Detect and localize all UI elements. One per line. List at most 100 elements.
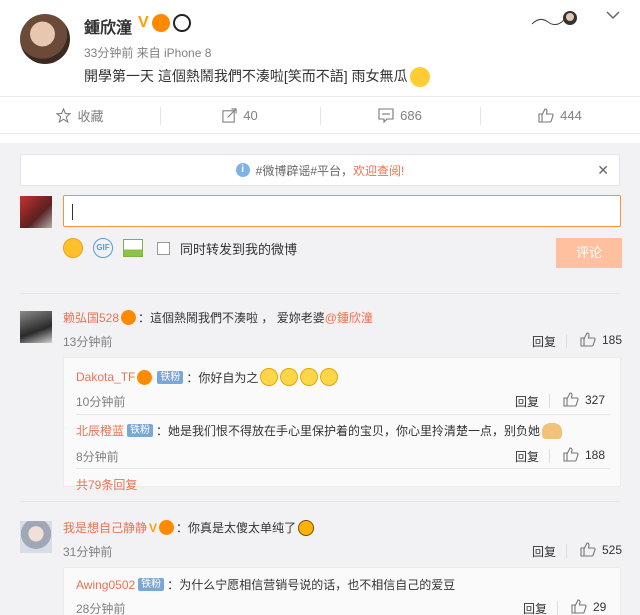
reply-button[interactable]: 回复 — [532, 543, 556, 560]
like-count: 29 — [593, 599, 607, 614]
comment-like-button[interactable]: 185 — [580, 332, 622, 347]
star-icon — [56, 107, 72, 123]
author-avatar[interactable] — [20, 14, 70, 64]
emoji-icon — [409, 67, 430, 88]
divider — [76, 414, 610, 415]
fan-badge: 铁粉 — [157, 370, 184, 384]
reply-like-button[interactable]: 327 — [563, 392, 605, 407]
comment-like-button[interactable]: 525 — [580, 542, 622, 557]
notice-link[interactable]: 欢迎查阅! — [353, 162, 404, 179]
thumbs-up-icon — [580, 542, 596, 557]
reply-button[interactable]: 回复 — [515, 393, 539, 410]
sub-replies: Awing0502 铁粉 ： 为什么宁愿相信营销号说的话，也不相信自己的爱豆 2… — [63, 567, 621, 615]
more-replies-link[interactable]: 共79条回复 — [76, 476, 137, 493]
like-count: 444 — [560, 107, 582, 123]
divider — [20, 501, 620, 502]
commenter-name[interactable]: 赖弘国528 — [63, 309, 119, 326]
like-count: 327 — [585, 392, 606, 407]
reply-like-button[interactable]: 188 — [563, 447, 605, 462]
post-action-bar: 收藏 40 686 444 — [0, 96, 640, 134]
reply-text: 她是我们恨不得放在手心里保护着的宝贝，你心里拎清楚一点，别负她 — [168, 424, 541, 438]
comment-count: 686 — [400, 107, 422, 123]
comment-time: 13分钟前 — [63, 335, 113, 349]
like-count: 525 — [602, 542, 623, 557]
crown-badge-icon — [159, 520, 175, 535]
crown-badge-icon — [151, 14, 170, 32]
like-count: 185 — [602, 332, 623, 347]
fan-badge: 铁粉 — [127, 424, 154, 437]
notice-text: #微博辟谣#平台， — [255, 163, 353, 178]
replier-name[interactable]: 北辰橙蓝 — [76, 422, 124, 439]
close-icon[interactable]: ✕ — [597, 162, 609, 179]
rumor-notice-bar: i #微博辟谣#平台， 欢迎查阅! ✕ — [20, 154, 620, 186]
chevron-down-icon[interactable] — [606, 10, 620, 20]
comment-button[interactable]: 686 — [320, 97, 480, 133]
comment-line: 我是想自己静静 V ： 你真是太傻太单纯了 — [63, 519, 315, 536]
post-meta: 33分钟前 来自 iPhone 8 — [84, 46, 212, 60]
replier-name[interactable]: Dakota_TF — [76, 370, 135, 384]
reply-text: 为什么宁愿相信营销号说的话，也不相信自己的爱豆 — [179, 578, 456, 592]
post-text: 開學第一天 這個熱鬧我們不湊啦[笑而不語] 雨女無瓜 — [84, 68, 408, 84]
smile-emoji-icon — [320, 368, 339, 386]
reply-line: Dakota_TF 铁粉 ： 你好自为之 — [76, 368, 339, 386]
commenter-name[interactable]: 我是想自己静静 — [63, 519, 147, 536]
panda-badge-icon — [172, 14, 191, 32]
replier-name[interactable]: Awing0502 — [76, 578, 135, 592]
reply-button[interactable]: 回复 — [523, 600, 547, 615]
divider — [20, 293, 620, 294]
comment-section: i #微博辟谣#平台， 欢迎查阅! ✕ GIF 同时转发到我的微博 评论 赖弘国… — [0, 143, 640, 615]
divider — [549, 449, 550, 463]
forward-button[interactable]: 40 — [160, 97, 320, 133]
smile-emoji-icon — [260, 368, 279, 386]
forward-checkbox-label: 同时转发到我的微博 — [180, 241, 298, 257]
comment-line: 赖弘国528 ： 這個熱鬧我們不湊啦 ， 爱妳老婆 @鍾欣潼 — [63, 309, 373, 326]
comment-text: 你真是太傻太单纯了 — [188, 521, 297, 535]
comment-input[interactable] — [63, 195, 621, 227]
colon: ： — [176, 521, 189, 535]
commenter-avatar[interactable] — [20, 311, 52, 343]
reply-button[interactable]: 回复 — [515, 448, 539, 465]
emoji-picker-icon[interactable] — [63, 238, 83, 258]
reply-line: Awing0502 铁粉 ： 为什么宁愿相信营销号说的话，也不相信自己的爱豆 — [76, 576, 455, 593]
verified-v-icon: V — [149, 520, 158, 535]
divider — [566, 544, 567, 558]
reply-time: 8分钟前 — [76, 450, 119, 464]
reply-time: 10分钟前 — [76, 395, 126, 409]
image-upload-icon[interactable] — [123, 239, 143, 257]
favorite-button[interactable]: 收藏 — [0, 97, 160, 133]
mention-link[interactable]: @鍾欣潼 — [325, 309, 373, 326]
reply-like-button[interactable]: 29 — [571, 599, 606, 614]
reply-button[interactable]: 回复 — [532, 333, 556, 350]
colon: ： — [156, 424, 169, 438]
gif-icon[interactable]: GIF — [93, 238, 113, 258]
thumbs-up-icon — [580, 332, 596, 347]
sub-replies: Dakota_TF 铁粉 ： 你好自为之 10分钟前 回复 327 北辰橙蓝 铁… — [63, 357, 621, 492]
author-name[interactable]: 鍾欣潼 — [84, 14, 132, 38]
divider — [76, 468, 610, 469]
crown-badge-icon — [137, 369, 153, 385]
like-button[interactable]: 444 — [480, 97, 640, 133]
thumbs-up-icon — [563, 392, 579, 407]
commenter-avatar[interactable] — [20, 521, 52, 553]
colon: ： — [186, 370, 199, 385]
clap-emoji-icon — [542, 422, 563, 439]
text-caret — [72, 204, 73, 220]
thumbs-up-icon — [571, 599, 587, 614]
forward-checkbox[interactable] — [157, 241, 170, 255]
crown-badge-icon — [121, 310, 137, 325]
forward-count: 40 — [243, 107, 258, 123]
weibo-post: 鍾欣潼 V 33分钟前 来自 iPhone 8 開學第一天 這個熱鬧我們不湊啦[… — [0, 0, 640, 96]
favorite-label: 收藏 — [77, 108, 104, 124]
fan-badge: 铁粉 — [138, 578, 165, 591]
post-body: 開學第一天 這個熱鬧我們不湊啦[笑而不語] 雨女無瓜 — [84, 66, 430, 88]
my-avatar[interactable] — [20, 196, 52, 228]
smile-emoji-icon — [280, 368, 299, 386]
comment-text: 這個熱鬧我們不湊啦 ， 爱妳老婆 — [150, 311, 325, 325]
forward-icon — [222, 107, 237, 123]
reply-time: 28分钟前 — [76, 602, 126, 615]
divider — [557, 601, 558, 615]
author-badges: V — [138, 14, 191, 32]
info-icon: i — [235, 163, 250, 177]
submit-comment-button[interactable]: 评论 — [556, 238, 622, 268]
smile-emoji-icon — [300, 368, 319, 386]
